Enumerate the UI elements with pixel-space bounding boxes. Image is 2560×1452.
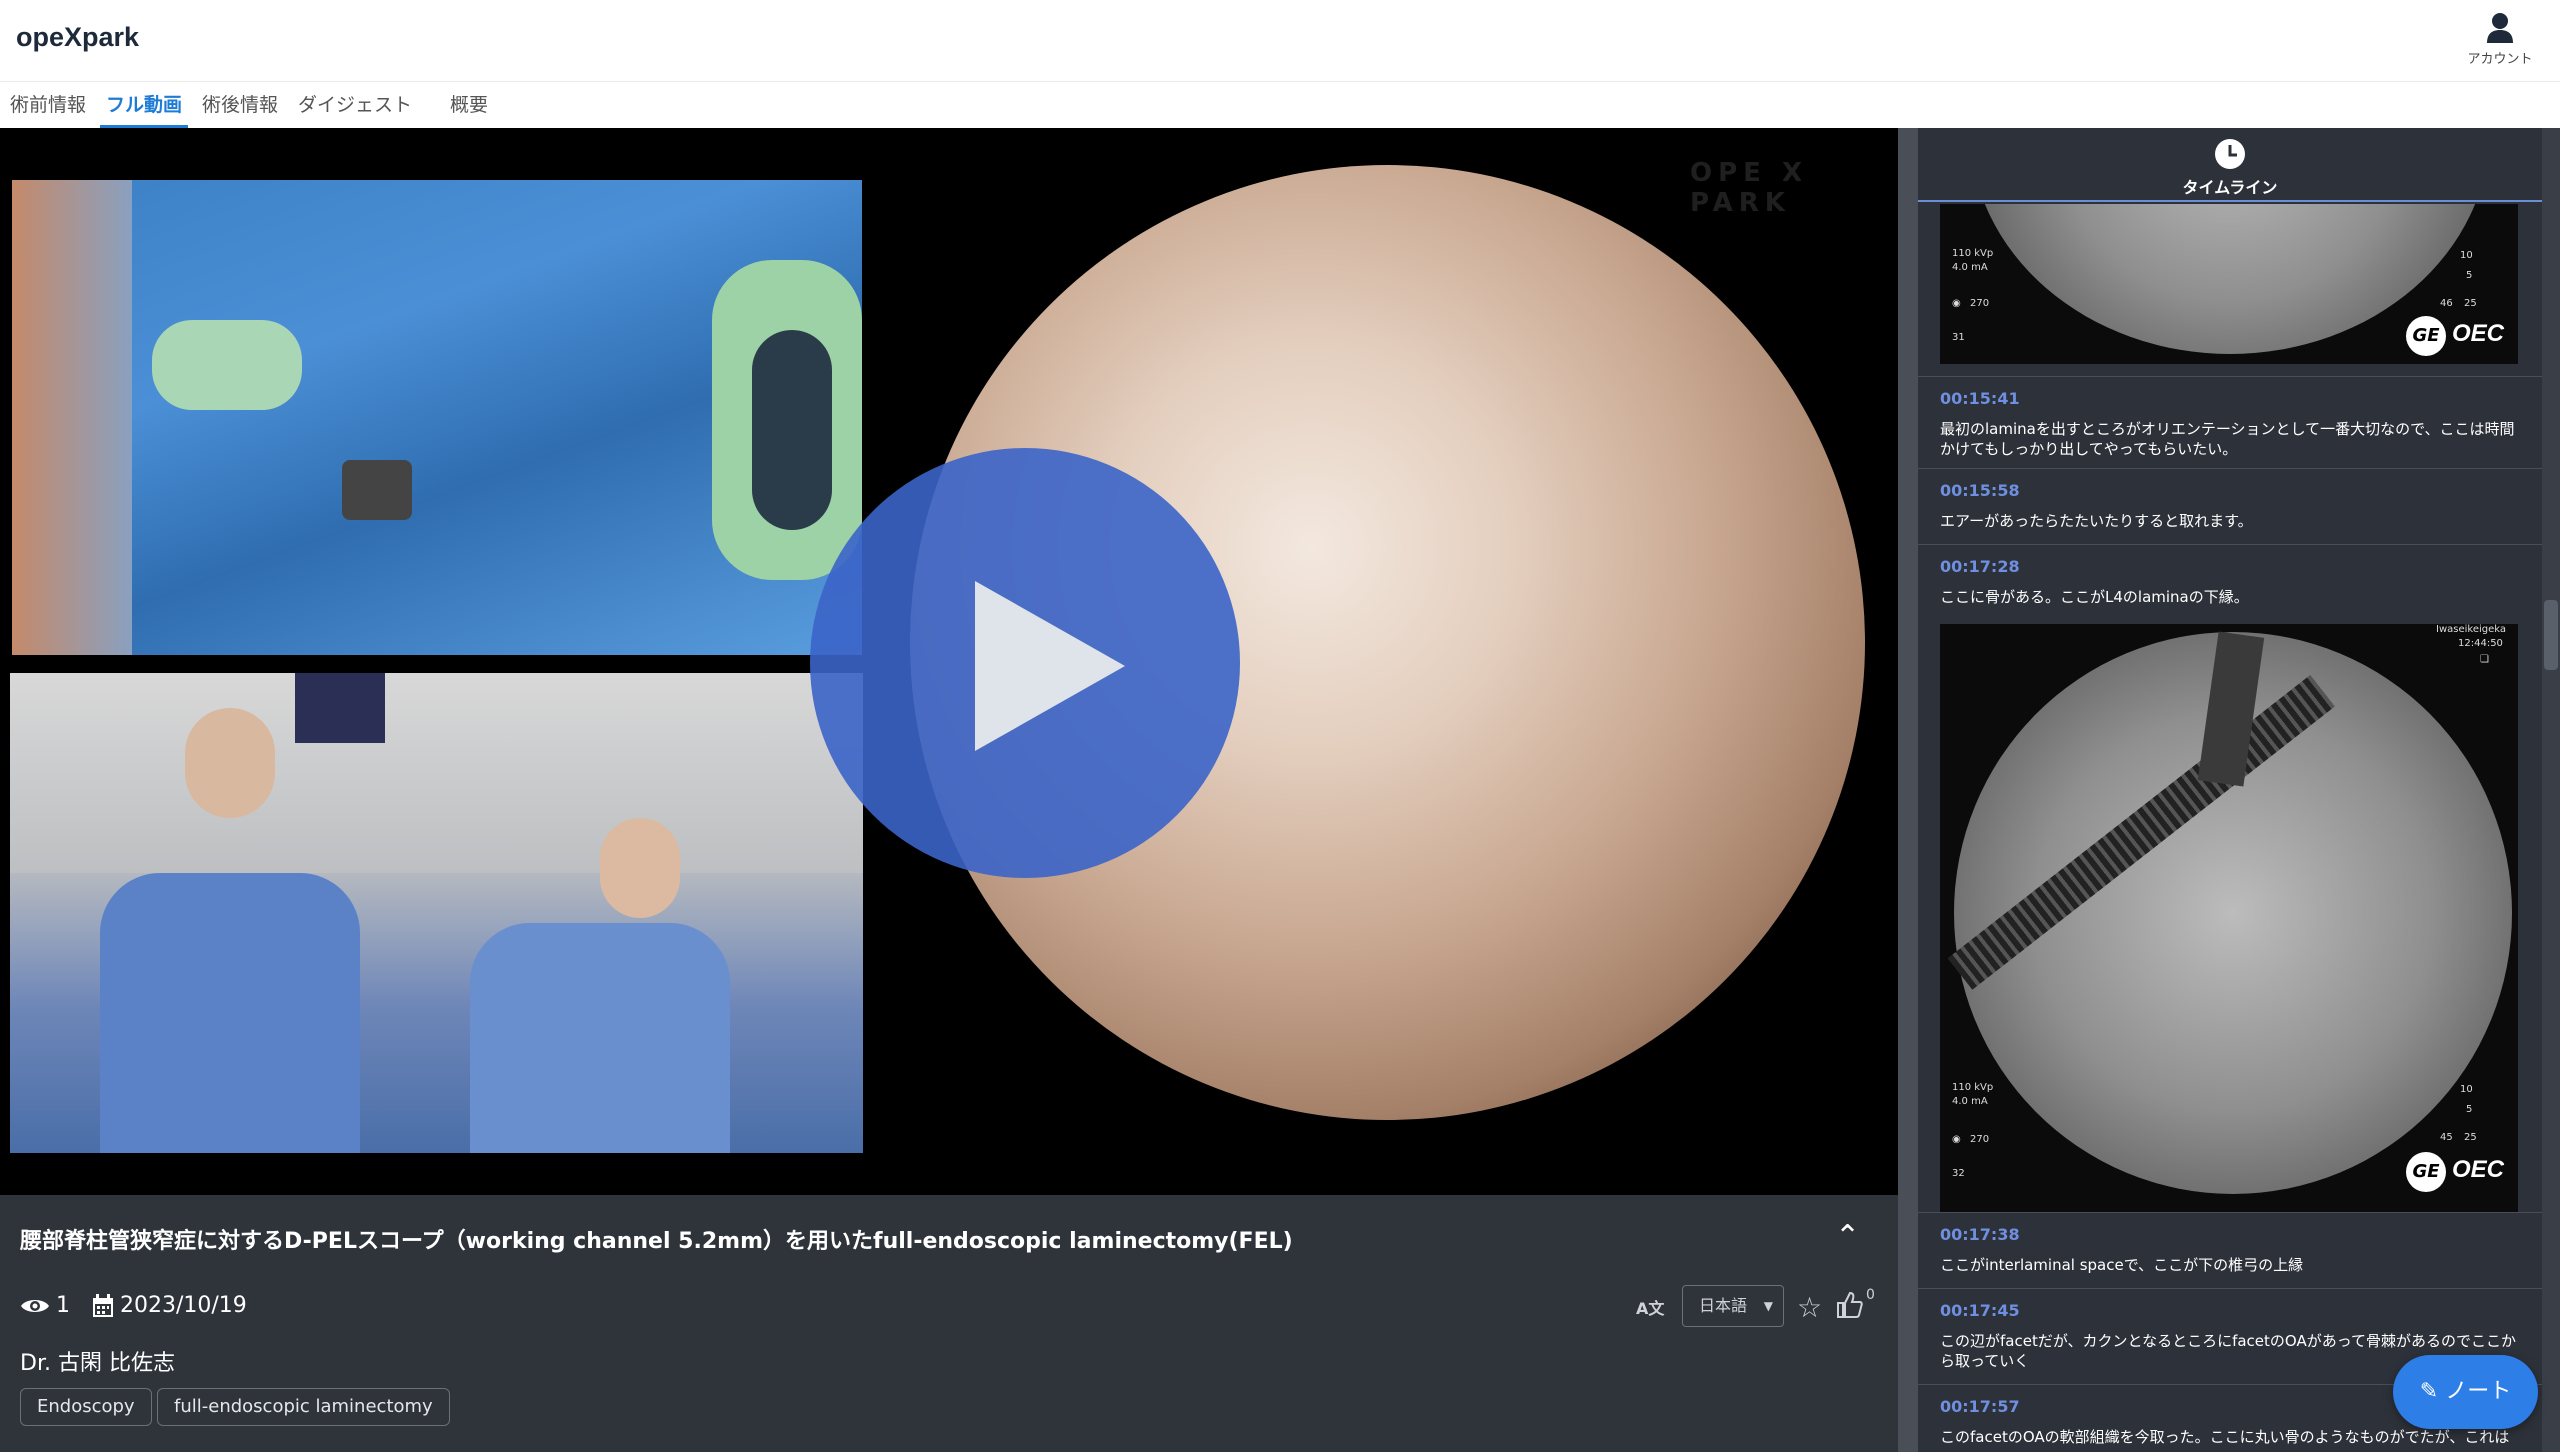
timeline-panel: タイムライン 110 kVp 4.0 mA ◉ 270 31 10 5 46 2… [1918,128,2542,1452]
tab-full-video[interactable]: フル動画 [100,92,189,128]
xray-image-1[interactable]: 110 kVp 4.0 mA ◉ 270 31 10 5 46 25 GE OE… [1940,204,2518,364]
xray-brand: OEC [2452,1156,2505,1183]
timeline-entry[interactable]: 00:17:38 ここがinterlaminal spaceで、ここが下の椎弓の… [1918,1212,2542,1288]
video-info-panel: 腰部脊柱管狭窄症に対するD-PELスコープ（working channel 5.… [0,1195,1898,1452]
tag-endoscopy[interactable]: Endoscopy [20,1388,152,1426]
favorite-star-icon[interactable]: ☆ [1797,1291,1822,1324]
timeline-header[interactable]: タイムライン [1918,128,2542,202]
video-player[interactable]: OPE X PARK [0,128,1898,1195]
video-title: 腰部脊柱管狭窄症に対するD-PELスコープ（working channel 5.… [20,1229,1293,1254]
timeline-text: 最初のlaminaを出すところがオリエンテーションとして一番大切なので、ここは時… [1940,420,2515,458]
xray-image-2[interactable]: Iwaseikeigeka 12:44:50 ❏ 110 kVp 4.0 mA … [1940,624,2518,1212]
language-value: 日本語 [1699,1296,1748,1315]
timeline-text: エアーがあったらたたいたりすると取れます。 [1940,512,2253,530]
video-meta: 1 2023/10/19 [20,1293,247,1318]
like-thumb-icon[interactable] [1835,1291,1863,1326]
xray-right-2: 5 [2466,1104,2473,1115]
xray-site: Iwaseikeigeka [2436,624,2507,635]
timeline-timestamp[interactable]: 00:15:41 [1940,389,2020,408]
timeline-timestamp[interactable]: 00:17:38 [1940,1225,2020,1244]
tab-postop-info[interactable]: 術後情報 [196,92,284,128]
page-scrollbar[interactable] [1898,128,1918,1452]
xray-right-3: 46 [2440,298,2453,309]
xray-right-3: 45 [2440,1132,2453,1143]
collapse-chevron-up-icon[interactable]: ⌃ [1835,1219,1860,1254]
tab-bar: 術前情報 フル動画 術後情報 ダイジェスト 概要 [0,82,2560,128]
xray-right-2: 5 [2466,270,2473,281]
timeline-timestamp[interactable]: 00:17:45 [1940,1301,2020,1320]
tab-overview[interactable]: 概要 [444,92,494,128]
pencil-icon: ✎ [2419,1379,2439,1404]
caret-down-icon: ▼ [1763,1299,1773,1313]
xray-ma: 4.0 mA [1952,262,1988,273]
app-logo[interactable]: opeXpark [16,22,139,53]
xray-value: 270 [1970,298,1990,309]
translate-icon[interactable]: A文 [1636,1295,1664,1319]
timeline-timestamp[interactable]: 00:15:58 [1940,481,2020,500]
xray-ma: 4.0 mA [1952,1096,1988,1107]
clock-icon [2215,139,2245,169]
calendar-icon [93,1293,113,1317]
xray-time: 12:44:50 [2458,638,2503,649]
ge-logo-icon: GE [2406,1152,2446,1192]
xray-dose-icon: ◉ [1952,298,1961,309]
tag-full-endoscopic-laminectomy[interactable]: full-endoscopic laminectomy [157,1388,450,1426]
operating-room-camera [10,673,863,1153]
xray-kvp: 110 kVp [1952,1082,1994,1093]
account-label: アカウント [2467,52,2533,67]
user-icon [2487,13,2513,43]
xray-value: 270 [1970,1134,1990,1145]
timeline-scrollbar[interactable] [2542,128,2560,1452]
xray-right-4: 25 [2464,298,2477,309]
xray-kvp: 110 kVp [1952,248,1994,259]
watermark-logo: OPE X PARK [1690,158,1809,218]
xray-frame: 31 [1952,332,1965,343]
doctor-name: Dr. 古閑 比佐志 [20,1351,175,1376]
view-count: 1 [56,1293,70,1318]
xray-brand: OEC [2452,320,2505,347]
timeline-title: タイムライン [2182,178,2278,197]
xray-right-1: 10 [2460,250,2473,261]
xray-dose-icon: ◉ [1952,1134,1961,1145]
xray-right-1: 10 [2460,1084,2473,1095]
timeline-text: ここに骨がある。ここがL4のlaminaの下縁。 [1940,588,2249,606]
timeline-timestamp[interactable]: 00:17:57 [1940,1397,2020,1416]
play-icon [975,581,1125,751]
note-label: ノート [2445,1379,2512,1404]
top-bar: opeXpark アカウント [0,0,2560,82]
language-select[interactable]: 日本語 ▼ [1682,1285,1784,1327]
note-button[interactable]: ✎ ノート [2393,1355,2538,1429]
timeline-entry[interactable]: 00:15:58 エアーがあったらたたいたりすると取れます。 [1918,468,2542,544]
like-count: 0 [1866,1287,1875,1303]
tab-preop-info[interactable]: 術前情報 [4,92,92,128]
xray-right-4: 25 [2464,1132,2477,1143]
eye-icon [21,1299,49,1312]
xray-copy-icon: ❏ [2480,654,2489,665]
tab-digest[interactable]: ダイジェスト [292,92,418,128]
ge-logo-icon: GE [2406,316,2446,356]
timeline-entry[interactable]: 00:15:41 最初のlaminaを出すところがオリエンテーションとして一番大… [1918,376,2542,468]
timeline-text: このfacetのOAの軟部組織を今取った。ここに丸い骨のようなものがでたが、これ… [1940,1428,2510,1446]
xray-frame: 32 [1952,1168,1965,1179]
timeline-text: ここがinterlaminal spaceで、ここが下の椎弓の上縁 [1940,1256,2304,1274]
timeline-timestamp[interactable]: 00:17:28 [1940,557,2020,576]
timeline-scrollbar-thumb[interactable] [2544,600,2558,670]
video-date: 2023/10/19 [120,1293,247,1318]
account-button[interactable]: アカウント [2460,12,2540,67]
operating-field-camera [12,180,862,655]
